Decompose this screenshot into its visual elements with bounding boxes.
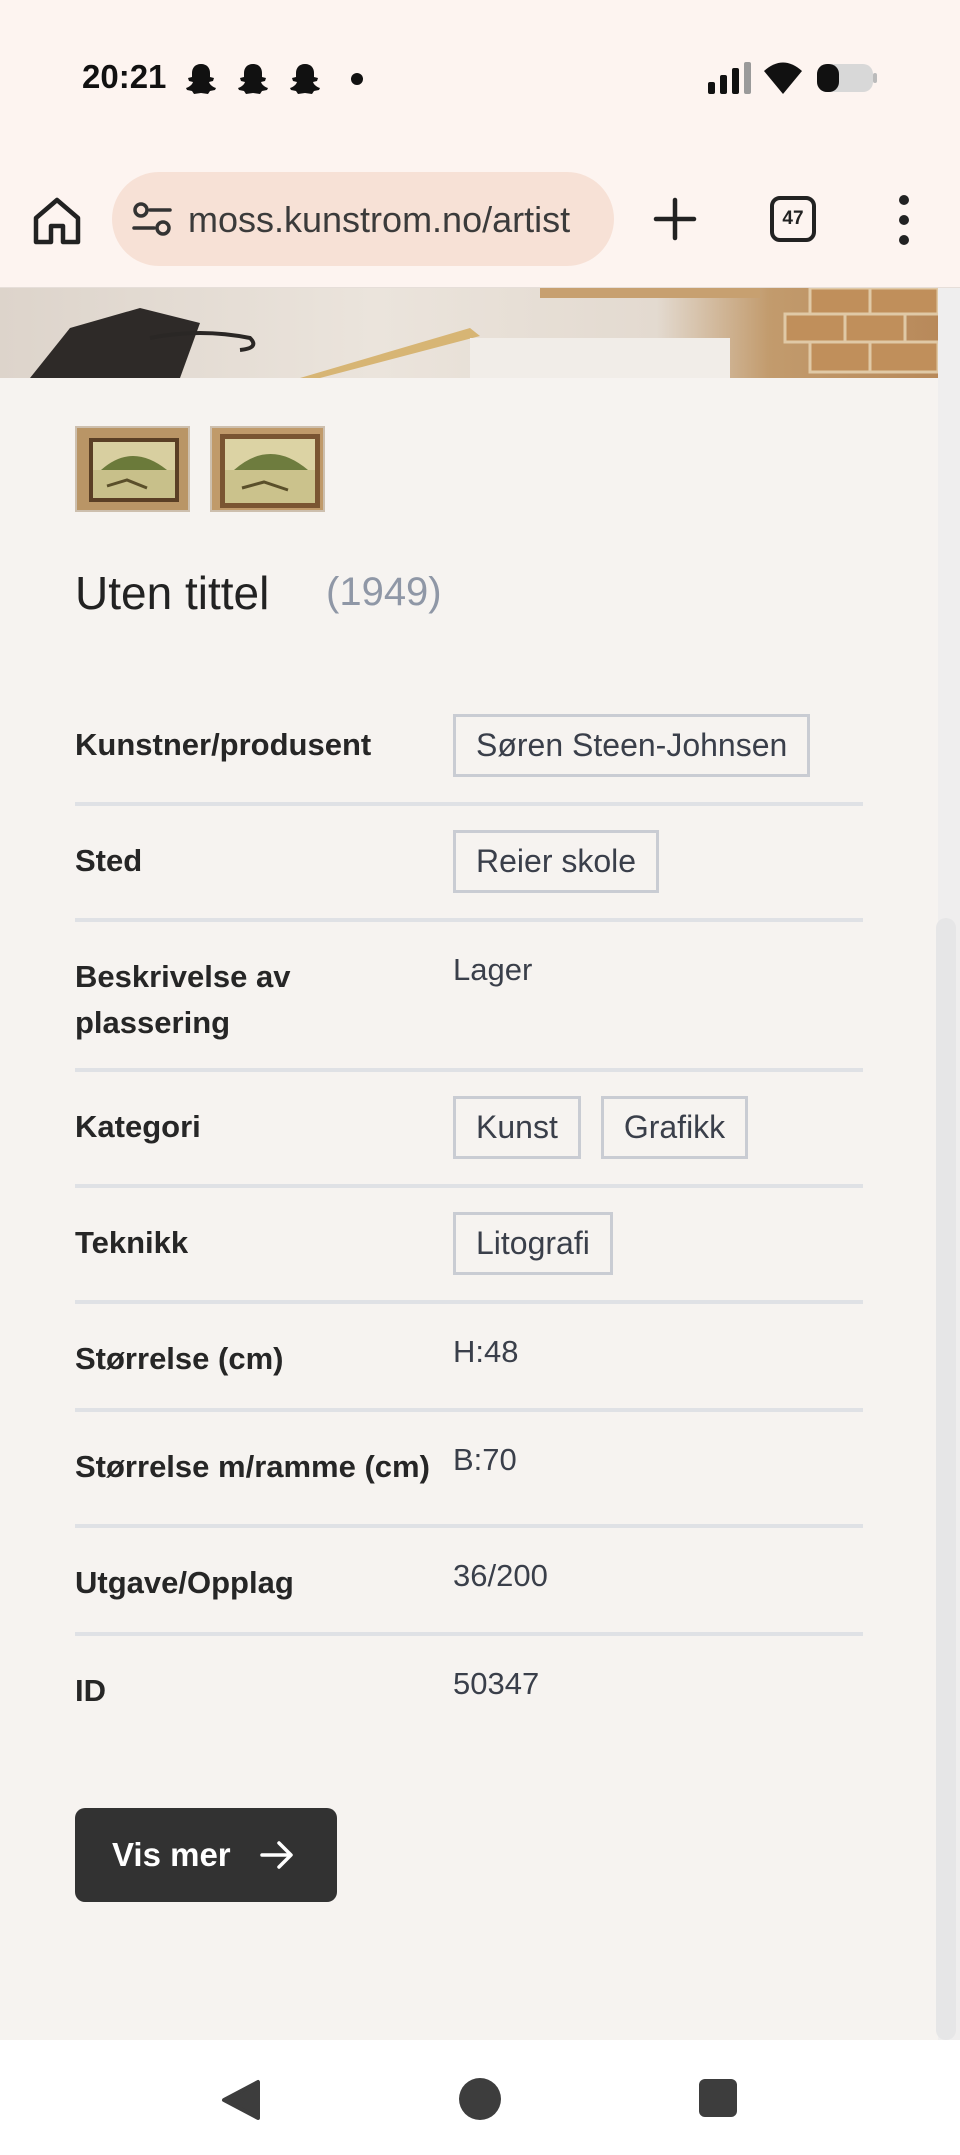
detail-label: Størrelse m/ramme (cm): [75, 1449, 430, 1484]
artwork-year: (1949): [326, 570, 442, 614]
status-time: 20:21: [82, 58, 167, 95]
detail-row-technique: Teknikk Litografi: [75, 1188, 863, 1304]
detail-label: Beskrivelse av plassering: [75, 959, 291, 1040]
system-navigation-bar: [0, 2040, 960, 2155]
artwork-main-image[interactable]: [0, 288, 938, 378]
address-bar[interactable]: moss.kunstrom.no/artist: [112, 172, 614, 266]
detail-row-artist: Kunstner/produsent Søren Steen-Johnsen: [75, 690, 863, 806]
detail-row-category: Kategori Kunst Grafikk: [75, 1072, 863, 1188]
detail-row-placement: Beskrivelse av plassering Lager: [75, 922, 863, 1072]
thumbnail-image: [77, 428, 188, 510]
url-text: moss.kunstrom.no/artist: [188, 199, 571, 240]
thumbnail-image: [212, 428, 323, 510]
detail-label: Teknikk: [75, 1225, 189, 1260]
show-more-label: Vis mer: [112, 1836, 231, 1873]
artwork-details: Kunstner/produsent Søren Steen-Johnsen S…: [75, 690, 863, 1744]
detail-value: 36/200: [453, 1558, 548, 1593]
thumbnail-1[interactable]: [75, 426, 190, 512]
page-scrollbar-thumb[interactable]: [936, 918, 956, 2040]
detail-row-edition: Utgave/Opplag 36/200: [75, 1528, 863, 1636]
artwork-photo: [30, 288, 938, 378]
technique-tag[interactable]: Litografi: [453, 1212, 613, 1275]
home-icon[interactable]: [28, 192, 86, 250]
detail-row-location: Sted Reier skole: [75, 806, 863, 922]
detail-value: Lager: [453, 952, 533, 987]
image-thumbnails: [75, 426, 325, 512]
wifi-icon: [764, 62, 802, 94]
detail-row-framed-size: Størrelse m/ramme (cm) B:70: [75, 1412, 863, 1528]
more-notifications-icon: [351, 73, 363, 85]
thumbnail-2[interactable]: [210, 426, 325, 512]
category-tag[interactable]: Grafikk: [600, 1096, 749, 1159]
snapchat-icon: [186, 64, 216, 94]
tab-switcher-button[interactable]: 47: [770, 196, 816, 242]
detail-label: ID: [75, 1673, 106, 1708]
back-icon[interactable]: [220, 2078, 262, 2122]
status-bar: 20:21: [0, 0, 960, 150]
detail-label: Kunstner/produsent: [75, 727, 372, 762]
snapchat-icon: [290, 64, 320, 94]
show-more-button[interactable]: Vis mer: [75, 1808, 337, 1902]
detail-row-size: Størrelse (cm) H:48: [75, 1304, 863, 1412]
battery-icon: [817, 64, 877, 92]
detail-value: B:70: [453, 1442, 517, 1477]
artwork-title: Uten tittel: [75, 567, 270, 619]
arrow-right-icon: [259, 1841, 293, 1869]
signal-icon: [708, 62, 751, 94]
new-tab-icon[interactable]: [648, 192, 702, 246]
detail-row-id: ID 50347: [75, 1636, 863, 1744]
overflow-menu-icon[interactable]: [886, 190, 922, 250]
browser-toolbar: moss.kunstrom.no/artist 47: [0, 150, 960, 288]
category-tag[interactable]: Kunst: [453, 1096, 581, 1159]
snapchat-icon: [238, 64, 268, 94]
detail-label: Sted: [75, 843, 143, 878]
home-nav-icon[interactable]: [459, 2078, 501, 2120]
location-tag[interactable]: Reier skole: [453, 830, 660, 893]
site-settings-icon[interactable]: [132, 200, 172, 238]
artist-tag[interactable]: Søren Steen-Johnsen: [453, 714, 811, 777]
detail-label: Kategori: [75, 1109, 201, 1144]
detail-label: Størrelse (cm): [75, 1341, 284, 1376]
detail-value: 50347: [453, 1666, 540, 1701]
detail-label: Utgave/Opplag: [75, 1565, 294, 1600]
detail-value: H:48: [453, 1334, 519, 1369]
recent-apps-icon[interactable]: [699, 2079, 737, 2117]
